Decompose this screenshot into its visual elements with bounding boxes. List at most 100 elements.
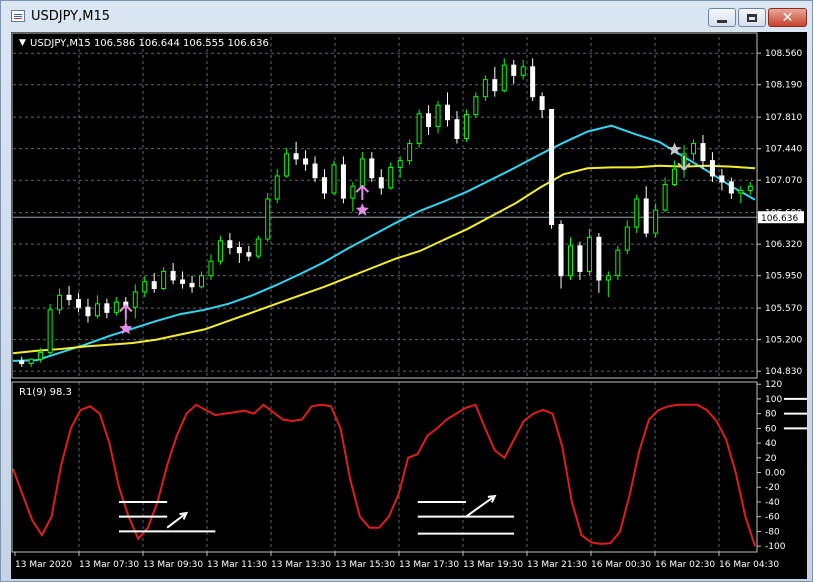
candle-bull xyxy=(662,183,668,211)
x-tick-label: 13 Mar 2020 xyxy=(15,560,72,570)
candle-bull xyxy=(38,351,44,360)
osc-y-tick-label: -80 xyxy=(765,527,780,537)
candle-bull xyxy=(738,189,744,194)
candle-bear xyxy=(454,119,460,139)
candle-bear xyxy=(426,113,432,128)
candle-bear xyxy=(577,245,583,272)
candle-bull xyxy=(407,143,413,162)
candle-bear xyxy=(511,64,517,76)
candle-bear xyxy=(76,299,81,308)
candle-bear xyxy=(19,360,25,365)
candle-bull xyxy=(199,275,204,288)
rsi-line xyxy=(12,403,756,547)
candle-bear xyxy=(539,96,545,110)
candle-bull xyxy=(435,104,441,128)
ohlc-header-arrow[interactable]: ▼ xyxy=(19,38,26,48)
candle-bear xyxy=(104,303,110,313)
price-chart-canvas[interactable]: 13 Mar 2020 13 Mar 07:30 13 Mar 09:30 13 Ma… xyxy=(11,32,807,579)
osc-y-tick-label: 120 xyxy=(765,380,782,390)
y-tick-label: 105.200 xyxy=(765,336,802,346)
candle-bear xyxy=(189,282,195,288)
maximize-button[interactable] xyxy=(738,8,766,27)
candle-bear xyxy=(700,143,706,162)
y-tick-label: 105.570 xyxy=(765,304,802,314)
minimize-button[interactable] xyxy=(708,8,736,27)
candle-bull xyxy=(397,160,403,168)
candle-bull xyxy=(482,79,488,98)
close-button[interactable]: ✕ xyxy=(768,8,807,27)
candle-bull xyxy=(624,226,630,251)
candle-bull xyxy=(568,245,573,277)
osc-y-tick-label: 0.00 xyxy=(765,469,785,479)
x-tick-label: 13 Mar 09:30 xyxy=(143,560,203,570)
candle-bull xyxy=(255,238,261,257)
candle-bear xyxy=(85,306,91,317)
candle-bear xyxy=(643,198,649,234)
x-tick-label: 13 Mar 17:30 xyxy=(399,560,459,570)
x-tick-label: 13 Mar 07:30 xyxy=(79,560,139,570)
x-tick-label: 16 Mar 04:30 xyxy=(719,560,779,570)
candle-bull xyxy=(586,236,592,272)
candle-bear xyxy=(227,240,233,249)
x-tick-label: 13 Mar 19:30 xyxy=(463,560,523,570)
osc-y-tick-label: 80 xyxy=(765,410,777,420)
x-tick-label: 13 Mar 21:30 xyxy=(527,560,587,570)
candle-bull xyxy=(359,158,365,187)
signal-arrow-up-icon xyxy=(355,184,370,201)
candle-bull xyxy=(350,185,356,199)
grid xyxy=(13,37,757,552)
candle-bear xyxy=(492,79,498,92)
candle-bull xyxy=(132,291,138,308)
candle-bear xyxy=(530,66,536,98)
candle-bear xyxy=(66,294,72,301)
x-tick-label: 16 Mar 02:30 xyxy=(655,560,715,570)
candle-bear xyxy=(236,247,242,254)
candle-bear xyxy=(549,108,555,226)
oscillator-title: R1(9) 98.3 xyxy=(19,387,72,398)
signal-star-icon xyxy=(355,203,369,216)
mt4-chart-window-icon xyxy=(11,10,25,22)
candle-bull xyxy=(615,249,621,277)
candle-bull xyxy=(605,275,611,281)
candle-bull xyxy=(520,66,526,76)
candle-bear xyxy=(719,175,725,183)
candle-bear xyxy=(340,164,346,199)
candle-bull xyxy=(388,166,394,189)
candle-bull xyxy=(691,143,696,155)
osc-y-tick-label: 40 xyxy=(765,439,777,449)
window-titlebar[interactable]: USDJPY,M15 ✕ xyxy=(1,1,812,31)
chart-area[interactable]: 13 Mar 2020 13 Mar 07:30 13 Mar 09:30 13 Ma… xyxy=(11,32,807,579)
oscillator-panel xyxy=(12,397,807,547)
candle-bull xyxy=(331,164,337,194)
candle-bull xyxy=(265,198,271,240)
candle-bull xyxy=(142,281,148,293)
osc-y-tick-label: 20 xyxy=(765,454,777,464)
close-icon: ✕ xyxy=(781,9,794,26)
chart-window: USDJPY,M15 ✕ 13 Mar 2020 13 Mar 07:30 13 M… xyxy=(0,0,813,582)
candle-bull xyxy=(161,270,167,289)
osc-y-tick-label: -40 xyxy=(765,498,780,508)
y-tick-label: 107.810 xyxy=(765,113,802,123)
candle-bull xyxy=(473,96,479,116)
candle-bear xyxy=(728,181,734,194)
candle-bull xyxy=(672,168,678,185)
signal-markers xyxy=(119,142,691,335)
osc-y-tick-label: 60 xyxy=(765,424,777,434)
x-tick-label: 16 Mar 00:30 xyxy=(591,560,651,570)
y-tick-label: 108.560 xyxy=(765,49,802,59)
candle-bull xyxy=(47,309,53,353)
maximize-icon xyxy=(747,13,757,22)
candle-bear xyxy=(369,158,375,179)
candle-bull xyxy=(208,260,214,277)
osc-y-tick-label: -60 xyxy=(765,513,780,523)
candle-bear xyxy=(151,281,157,289)
candle-bull xyxy=(274,175,280,200)
y-tick-label: 106.320 xyxy=(765,240,802,250)
osc-y-tick-label: -100 xyxy=(765,542,786,552)
y-tick-label: 107.440 xyxy=(765,145,802,155)
candle-bear xyxy=(303,158,309,165)
candle-bear xyxy=(378,177,384,189)
candle-bear xyxy=(293,153,299,160)
candle-bear xyxy=(709,160,715,177)
osc-y-tick-label: 100 xyxy=(765,395,782,405)
